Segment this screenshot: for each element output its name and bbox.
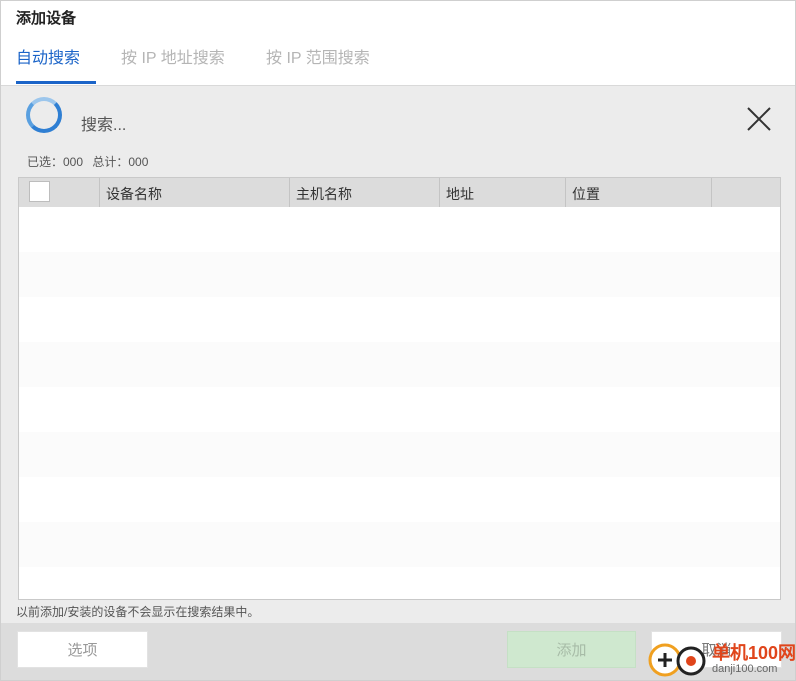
select-all-checkbox[interactable] bbox=[29, 181, 50, 202]
table-row bbox=[19, 387, 780, 432]
add-button[interactable]: 添加 bbox=[507, 631, 636, 668]
table-row bbox=[19, 522, 780, 567]
table-row bbox=[19, 567, 780, 599]
dialog-title: 添加设备 bbox=[16, 10, 77, 27]
column-header-address[interactable]: 地址 bbox=[439, 178, 565, 207]
column-header-host-name[interactable]: 主机名称 bbox=[289, 178, 439, 207]
device-table: 设备名称 主机名称 地址 位置 bbox=[18, 177, 781, 600]
search-status: 搜索... bbox=[81, 117, 127, 134]
table-row bbox=[19, 477, 780, 522]
watermark: 单机100网 danji100.com bbox=[646, 636, 796, 681]
column-header-extra bbox=[711, 178, 780, 207]
table-row bbox=[19, 342, 780, 387]
column-header-device-name[interactable]: 设备名称 bbox=[99, 178, 289, 207]
table-row bbox=[19, 252, 780, 297]
watermark-text: 单机100网 bbox=[712, 643, 796, 663]
tab-auto-search[interactable]: 自动搜索 bbox=[16, 44, 80, 68]
selection-counts: 已选：000 总计：000 bbox=[27, 153, 154, 170]
active-tab-indicator bbox=[16, 81, 96, 84]
table-row bbox=[19, 432, 780, 477]
tab-search-by-ip-range[interactable]: 按 IP 范围搜索 bbox=[266, 44, 370, 68]
add-device-dialog: 添加设备 自动搜索 按 IP 地址搜索 按 IP 范围搜索 搜索... 已选：0… bbox=[0, 0, 796, 681]
options-button[interactable]: 选项 bbox=[17, 631, 148, 668]
close-icon[interactable] bbox=[743, 103, 775, 135]
dialog-header: 添加设备 自动搜索 按 IP 地址搜索 按 IP 范围搜索 bbox=[1, 1, 795, 86]
watermark-url: danji100.com bbox=[712, 663, 778, 675]
search-panel: 搜索... 已选：000 总计：000 设备名称 主机名称 地址 位置 bbox=[1, 86, 795, 623]
total-count: 总计：000 bbox=[92, 155, 149, 169]
selected-count: 已选：000 bbox=[27, 155, 84, 169]
loading-spinner-icon bbox=[26, 97, 62, 133]
tab-search-by-ip[interactable]: 按 IP 地址搜索 bbox=[121, 44, 225, 68]
column-header-location[interactable]: 位置 bbox=[565, 178, 711, 207]
table-row bbox=[19, 207, 780, 252]
results-note: 以前添加/安装的设备不会显示在搜索结果中。 bbox=[16, 605, 260, 619]
table-row bbox=[19, 297, 780, 342]
table-header: 设备名称 主机名称 地址 位置 bbox=[19, 178, 780, 207]
watermark-logo-icon bbox=[648, 643, 706, 677]
